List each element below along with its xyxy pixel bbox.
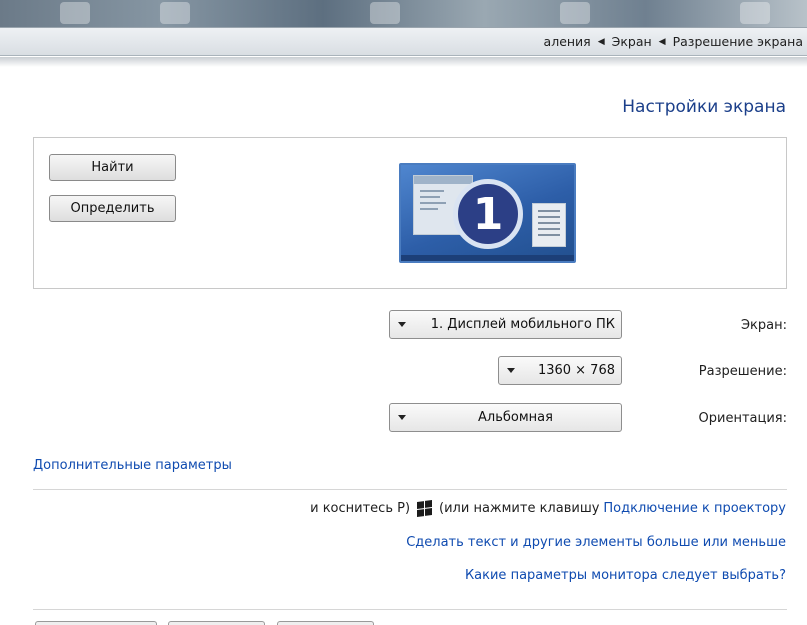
breadcrumb-item-resolution[interactable]: Разрешение экрана [673, 34, 803, 49]
preview-line [538, 210, 560, 212]
screen-select[interactable]: 1. Дисплей мобильного ПК [389, 310, 622, 339]
background-blur [160, 2, 190, 24]
projector-hint-b: и коснитесь P) [310, 501, 411, 516]
which-settings-link[interactable]: Какие параметры монитора следует выбрать… [465, 568, 786, 583]
advanced-settings-link[interactable]: Дополнительные параметры [33, 458, 232, 473]
preview-line [420, 196, 440, 198]
breadcrumb-item-display[interactable]: Экран [612, 34, 652, 49]
orientation-select-value: Альбомная [478, 410, 553, 425]
projector-row: и коснитесь P) (или нажмите клавишу Подк… [310, 499, 786, 518]
monitor-number-badge: 1 [453, 179, 523, 249]
divider [33, 489, 787, 490]
windows-logo-icon [417, 499, 433, 518]
resolution-select[interactable]: 1360 × 768 [498, 356, 622, 385]
breadcrumb: аления ◀ Экран ◀ Разрешение экрана [544, 34, 803, 49]
preview-taskbar [401, 255, 574, 261]
preview-window-bar [414, 176, 472, 184]
address-bar[interactable]: аления ◀ Экран ◀ Разрешение экрана [0, 27, 807, 56]
preview-line [538, 222, 560, 224]
cancel-button[interactable] [168, 621, 265, 625]
page-title: Настройки экрана [622, 97, 786, 117]
projector-hint-a: (или нажмите клавишу [439, 501, 600, 516]
screen-label: Экран: [740, 318, 787, 333]
divider [33, 609, 787, 610]
preview-line [538, 234, 560, 236]
projector-link[interactable]: Подключение к проектору [603, 501, 786, 516]
window-top-strip [0, 0, 807, 27]
display-preview-panel: Найти Определить 1 [33, 137, 787, 289]
breadcrumb-item-control-panel[interactable]: аления [544, 34, 591, 49]
preview-line [538, 228, 560, 230]
address-bar-shadow [0, 57, 807, 67]
chevron-down-icon [398, 322, 406, 327]
find-button[interactable]: Найти [49, 154, 176, 181]
preview-window [532, 203, 566, 247]
preview-line [420, 208, 438, 210]
triangle-right-icon[interactable]: ◀ [598, 37, 605, 47]
orientation-select[interactable]: Альбомная [389, 403, 622, 432]
preview-line [538, 216, 560, 218]
preview-line [420, 190, 444, 192]
background-blur [740, 2, 770, 24]
resolution-select-value: 1360 × 768 [537, 363, 615, 378]
preview-line [420, 202, 446, 204]
ok-button[interactable] [35, 621, 157, 625]
monitor-1-preview[interactable]: 1 [399, 163, 576, 263]
resolution-label: Разрешение: [698, 364, 787, 379]
text-size-link[interactable]: Сделать текст и другие элементы больше и… [406, 535, 786, 550]
background-blur [560, 2, 590, 24]
chevron-down-icon [507, 368, 515, 373]
apply-button[interactable] [277, 621, 374, 625]
triangle-right-icon[interactable]: ◀ [659, 37, 666, 47]
background-blur [60, 2, 90, 24]
screen-select-value: 1. Дисплей мобильного ПК [430, 317, 615, 332]
background-blur [370, 2, 400, 24]
identify-button[interactable]: Определить [49, 195, 176, 222]
orientation-label: Ориентация: [698, 411, 787, 426]
